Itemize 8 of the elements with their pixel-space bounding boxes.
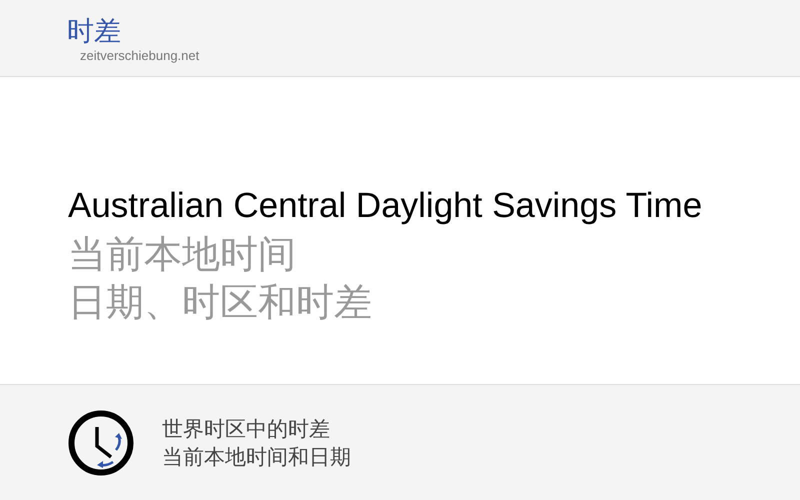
site-domain: zeitverschiebung.net (80, 48, 200, 64)
footer-text: 世界时区中的时差 (162, 416, 331, 442)
footer-text: 当前本地时间和日期 (162, 444, 351, 470)
logo[interactable]: 时差 (67, 16, 121, 48)
page-title: Australian Central Daylight Savings Time (68, 185, 704, 227)
subtitle-line: 当前本地时间 (68, 231, 297, 278)
subtitle-line: 日期、时区和时差 (68, 279, 373, 326)
clock-icon (68, 410, 134, 476)
